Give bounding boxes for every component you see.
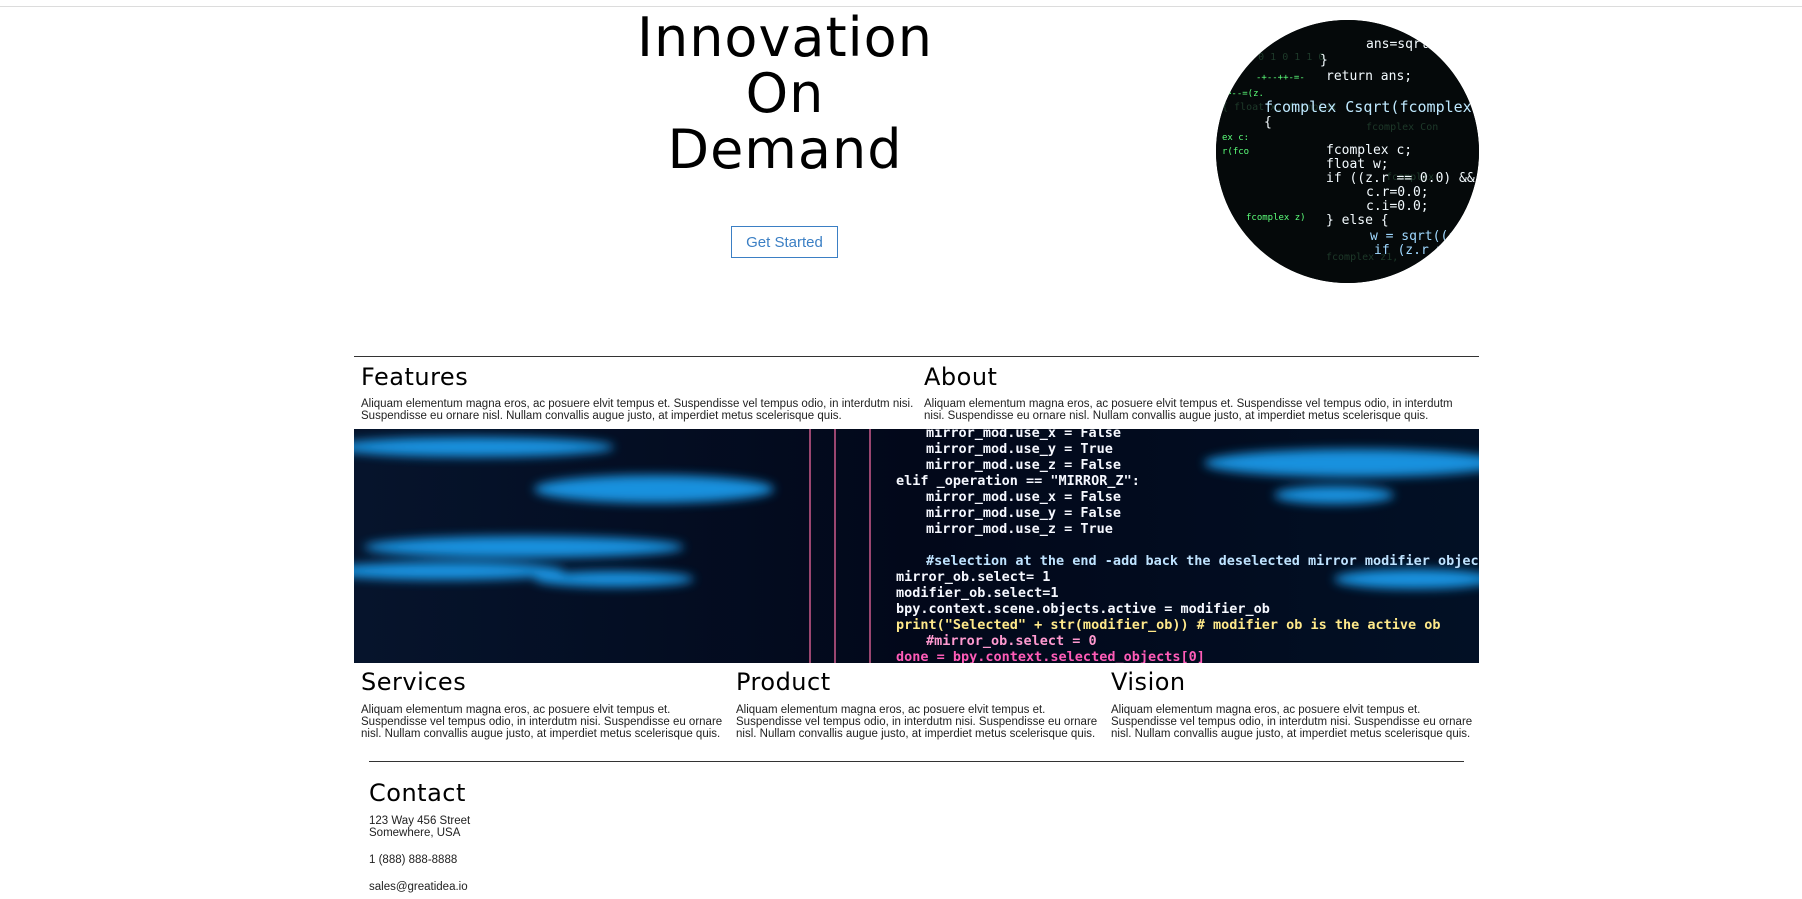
- banner-code-line: mirror_mod.use_x = False: [926, 429, 1121, 441]
- banner-code-line: mirror_ob.select= 1: [896, 569, 1050, 585]
- hero-code-line: fcomplex Csqrt(fcomplex z): [1264, 98, 1479, 116]
- hero-code-svg: 0 0 1 0 1 0 1 1 0 { float x, fcomplex fc…: [1216, 20, 1479, 283]
- features-text: Aliquam elementum magna eros, ac posuere…: [361, 398, 914, 422]
- banner-code-line: mirror_mod.use_y = False: [926, 505, 1121, 521]
- svg-text:-+--++-=-: -+--++-=-: [1256, 73, 1305, 83]
- get-started-button[interactable]: Get Started: [731, 226, 838, 258]
- contact-title: Contact: [369, 779, 466, 807]
- banner-code-line: mirror_mod.use_z = True: [926, 521, 1113, 537]
- code-banner-svg: mirror_mod.use_x = False mirror_mod.use_…: [354, 429, 1479, 663]
- svg-text:0 0 1 0 1 0 1 1 0: 0 0 1 0 1 0 1 1 0: [1222, 52, 1324, 63]
- product-text: Aliquam elementum magna eros, ac posuere…: [736, 704, 1098, 740]
- features-title: Features: [361, 363, 469, 391]
- hero-code-line: c.i=0.0;: [1366, 199, 1429, 214]
- hero-title-line: Demand: [667, 118, 903, 181]
- banner-code-line: bpy.context.scene.objects.active = modif…: [896, 601, 1270, 617]
- hero-code-line: }: [1320, 53, 1328, 68]
- hero-code-line: if ((z.r == 0.0) && (z.i == 0.0)) {: [1326, 171, 1479, 186]
- hero-code-line: float w;: [1326, 157, 1389, 172]
- hero-title-line: On: [745, 62, 825, 125]
- about-text: Aliquam elementum magna eros, ac posuere…: [924, 398, 1453, 422]
- banner-code-line: mirror_mod.use_y = True: [926, 441, 1113, 457]
- services-title: Services: [361, 668, 467, 696]
- section-divider: [354, 356, 1479, 357]
- hero-code-line: fcomplex c;: [1326, 143, 1412, 158]
- banner-code-line: modifier_ob.select=1: [896, 585, 1059, 601]
- banner-code-line: print("Selected" + str(modifier_ob)) # m…: [896, 617, 1441, 633]
- hero-code-line: w = sqrt((sqrt(z.: [1370, 229, 1479, 244]
- banner-code-line: elif _operation == "MIRROR_Z":: [896, 473, 1140, 489]
- product-title: Product: [736, 668, 831, 696]
- svg-text:fcomplex Con: fcomplex Con: [1366, 122, 1438, 133]
- svg-text:ex c:: ex c:: [1222, 133, 1249, 143]
- hero-code-line: } else {: [1326, 213, 1389, 228]
- svg-text:>--=(z.: >--=(z.: [1226, 89, 1264, 99]
- contact-email[interactable]: sales@greatidea.io: [369, 881, 468, 893]
- contact-address-line1: 123 Way 456 Street: [369, 815, 471, 827]
- banner-code-line: mirror_mod.use_x = False: [926, 489, 1121, 505]
- about-title: About: [924, 363, 998, 391]
- hero-code-image: 0 0 1 0 1 0 1 1 0 { float x, fcomplex fc…: [1216, 20, 1479, 283]
- hero-title-line: Innovation: [637, 6, 933, 69]
- hero-code-line: c.r=0.0;: [1366, 185, 1429, 200]
- code-banner-image: mirror_mod.use_x = False mirror_mod.use_…: [354, 429, 1479, 663]
- banner-code-line: #mirror_ob.select = 0: [926, 633, 1097, 649]
- banner-code-line: mirror_mod.use_z = False: [926, 457, 1121, 473]
- hero-code-line: {: [1264, 115, 1272, 130]
- banner-code-line: done = bpy.context.selected_objects[0]: [896, 649, 1205, 663]
- contact-phone: 1 (888) 888-8888: [369, 854, 458, 866]
- svg-text:r(fco: r(fco: [1222, 147, 1249, 157]
- hero-title: Innovation On Demand: [540, 10, 1030, 178]
- vision-text: Aliquam elementum magna eros, ac posuere…: [1111, 704, 1473, 740]
- svg-text:fcomplex z): fcomplex z): [1246, 213, 1306, 223]
- hero-code-line: if (z.r >= 0.0): [1374, 243, 1479, 258]
- hero-code-line: ans=sqrt(1.0+temp/d: [1366, 37, 1479, 52]
- hero-code-line: return ans;: [1326, 69, 1412, 84]
- vision-title: Vision: [1111, 668, 1186, 696]
- banner-code-line: #selection at the end -add back the dese…: [926, 553, 1479, 569]
- contact-divider: [369, 761, 1464, 762]
- services-text: Aliquam elementum magna eros, ac posuere…: [361, 704, 723, 740]
- contact-address-line2: Somewhere, USA: [369, 827, 461, 839]
